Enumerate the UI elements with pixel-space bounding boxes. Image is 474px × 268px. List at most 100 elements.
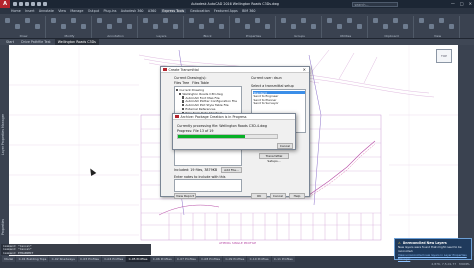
tool-icon[interactable] <box>173 24 178 29</box>
ribbon-tab[interactable]: A360 <box>148 9 157 13</box>
tool-icon[interactable] <box>337 24 342 29</box>
layout-tab[interactable]: C-09 Profiles <box>223 256 247 262</box>
ok-button[interactable]: OK <box>251 193 267 199</box>
notification-link[interactable]: View unreconciled new layers in Layer Pr… <box>398 253 467 261</box>
ribbon-tab[interactable]: Output <box>88 9 99 13</box>
tool-icon[interactable] <box>429 24 434 29</box>
plot-icon[interactable] <box>43 2 47 6</box>
tool-icon[interactable] <box>301 18 306 23</box>
layout-tab[interactable]: C-04 Profiles <box>102 256 126 262</box>
tool-icon[interactable] <box>347 18 352 23</box>
tool-icon[interactable] <box>97 18 102 23</box>
notes-textarea[interactable] <box>174 179 242 192</box>
tool-icon[interactable] <box>61 24 66 29</box>
layout-tab[interactable]: C-06 Profiles <box>150 256 174 262</box>
tool-icon[interactable] <box>281 18 286 23</box>
maximize-button[interactable]: □ <box>460 1 464 6</box>
layout-tab[interactable]: C-03 Profiles <box>77 256 102 262</box>
layout-tab[interactable]: C-08 Profiles <box>199 256 223 262</box>
ribbon-tab[interactable]: Autodesk 360 <box>121 9 144 13</box>
tool-icon[interactable] <box>35 24 40 29</box>
tool-icon[interactable] <box>127 24 132 29</box>
open-icon[interactable] <box>19 2 23 6</box>
minimize-button[interactable]: — <box>451 1 455 6</box>
layout-tab[interactable]: C-05 Profiles <box>126 256 150 262</box>
cancel-button[interactable]: Cancel <box>270 193 286 199</box>
tool-icon[interactable] <box>199 24 204 29</box>
tool-icon[interactable] <box>15 24 20 29</box>
file-view-tabs: Files Tree Files Table <box>174 81 209 85</box>
layout-tab[interactable]: C-02 Roadways <box>49 256 77 262</box>
help-button[interactable]: Help <box>289 193 305 199</box>
ribbon-tab[interactable]: Geolocation <box>190 9 210 13</box>
tool-icon[interactable] <box>51 18 56 23</box>
tool-icon[interactable] <box>245 24 250 29</box>
view-report-button[interactable]: View Report <box>174 193 196 199</box>
tool-icon[interactable] <box>327 18 332 23</box>
layout-tab[interactable]: C-01 Building Tops <box>16 256 49 262</box>
redo-icon[interactable] <box>37 2 41 6</box>
tool-icon[interactable] <box>189 18 194 23</box>
ribbon-tab[interactable]: Express Tools <box>160 9 186 13</box>
ribbon-tab[interactable]: BIM 360 <box>242 9 255 13</box>
tool-icon[interactable] <box>107 24 112 29</box>
undo-icon[interactable] <box>31 2 35 6</box>
ribbon-group-label: View <box>433 34 442 38</box>
properties-palette-tab[interactable]: Properties <box>1 195 8 235</box>
tool-icon[interactable] <box>209 18 214 23</box>
transmittal-setup-item[interactable]: Send to Surveyor <box>253 101 305 105</box>
tool-icon[interactable] <box>383 24 388 29</box>
search-input[interactable]: search... <box>352 1 398 7</box>
ribbon-tab[interactable]: Insert <box>25 9 34 13</box>
layout-tab[interactable]: C-10 Profiles <box>247 256 271 262</box>
transmittal-setups-button[interactable]: Transmittal Setups... <box>259 153 289 163</box>
tool-icon[interactable] <box>291 24 296 29</box>
tool-icon[interactable] <box>439 18 444 23</box>
tool-icon[interactable] <box>153 24 158 29</box>
tool-icon[interactable] <box>449 24 454 29</box>
layer-properties-palette-tab[interactable]: Layer Properties Manager <box>1 85 8 155</box>
tool-icon[interactable] <box>373 18 378 23</box>
command-line[interactable]: Command: *Cancel* Command: *Cancel* Comm… <box>1 244 151 255</box>
tool-icon[interactable] <box>403 24 408 29</box>
ribbon-tab[interactable]: Home <box>11 9 21 13</box>
add-file-button[interactable]: Add File... <box>221 167 242 173</box>
tool-icon[interactable] <box>219 24 224 29</box>
application-menu-button[interactable]: A <box>0 0 10 8</box>
unreconciled-layers-notification[interactable]: ⚠ Unreconciled New Layers New layers wer… <box>394 238 472 261</box>
ribbon-tab[interactable]: Manage <box>70 9 83 13</box>
viewcube[interactable]: TOP <box>436 49 452 63</box>
tool-icon[interactable] <box>235 18 240 23</box>
tab-files-table[interactable]: Files Table <box>192 81 209 85</box>
tool-icon[interactable] <box>393 18 398 23</box>
new-icon[interactable] <box>13 2 17 6</box>
tool-icon[interactable] <box>81 24 86 29</box>
ribbon-tab[interactable]: View <box>58 9 66 13</box>
ribbon-tab[interactable]: Plug-ins <box>103 9 116 13</box>
tool-icon[interactable] <box>357 24 362 29</box>
tool-icon[interactable] <box>265 24 270 29</box>
left-palette-strip: Layer Properties Manager Properties <box>0 45 9 256</box>
tool-icon[interactable] <box>117 18 122 23</box>
tool-icon[interactable] <box>5 18 10 23</box>
close-icon[interactable]: ✕ <box>303 67 306 72</box>
autocad-icon <box>163 67 167 72</box>
ribbon-tab[interactable]: Featured Apps <box>214 9 238 13</box>
close-button[interactable]: ✕ <box>469 1 472 6</box>
tool-icon[interactable] <box>419 18 424 23</box>
tool-icon[interactable] <box>143 18 148 23</box>
tool-icon[interactable] <box>311 24 316 29</box>
ribbon-tab[interactable]: Annotate <box>39 9 54 13</box>
tab-files-tree[interactable]: Files Tree <box>174 81 189 85</box>
tool-icon[interactable] <box>25 18 30 23</box>
layout-tab[interactable]: Model <box>2 256 16 262</box>
profile-title-text: ATIENIG SINGLE PROFILE <box>219 241 257 245</box>
progress-cancel-button[interactable]: Cancel <box>277 143 293 149</box>
tool-icon[interactable] <box>255 18 260 23</box>
layout-tab[interactable]: C-07 Profiles <box>174 256 199 262</box>
save-icon[interactable] <box>25 2 29 6</box>
layout-tab[interactable]: C-11 Profiles <box>271 256 295 262</box>
model-space-toggle[interactable]: MODEL <box>459 262 470 266</box>
tool-icon[interactable] <box>71 18 76 23</box>
tool-icon[interactable] <box>163 18 168 23</box>
